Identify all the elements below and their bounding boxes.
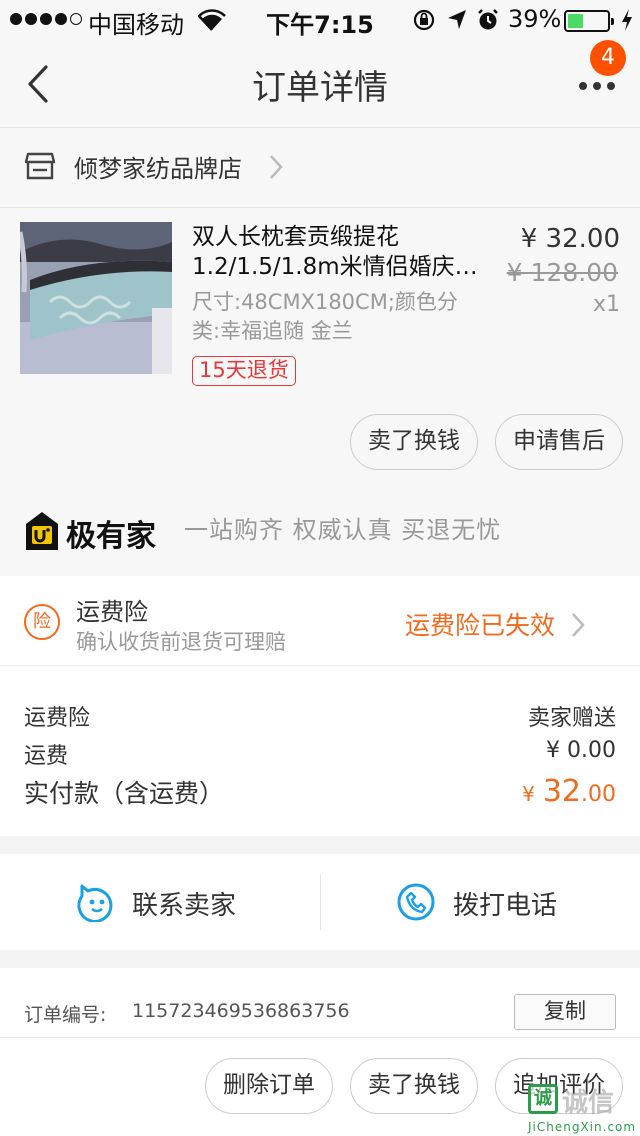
chevron-right-icon — [572, 613, 585, 637]
product-spec: 尺寸:48CMX180CM;颜色分 类:幸福追随 金兰 — [192, 290, 458, 343]
smile-chat-icon[interactable] — [76, 882, 116, 922]
insurance-icon: 险 — [24, 604, 60, 640]
watermark-logo-icon: 诚 — [528, 1084, 558, 1114]
order-info: 订单编号: 115723469536863756 复制 — [0, 968, 640, 1038]
chevron-right-icon — [270, 155, 283, 179]
order-number: 115723469536863756 — [132, 1000, 350, 1022]
total-paid-amount: ¥ 32.00 — [522, 774, 616, 809]
divider — [320, 874, 321, 930]
product-price: ¥ 32.00 — [520, 224, 620, 254]
rotation-lock-icon — [413, 9, 435, 31]
location-arrow-icon — [448, 10, 466, 29]
notification-badge: 4 — [590, 40, 626, 76]
battery-icon — [564, 10, 614, 32]
product-image[interactable] — [20, 222, 172, 374]
phone-icon[interactable] — [396, 882, 436, 922]
delete-order-button[interactable]: 删除订单 — [205, 1058, 333, 1114]
insurance-status: 运费险已失效 — [405, 611, 556, 640]
sell-button[interactable]: 卖了换钱 — [350, 1058, 478, 1114]
order-number-label: 订单编号: — [24, 1004, 107, 1026]
contact-bar: 联系卖家 拨打电话 — [0, 854, 640, 950]
store-row[interactable]: 倾梦家纺品牌店 — [0, 128, 640, 208]
total-paid-row: 实付款（含运费） ¥ 32.00 — [24, 774, 616, 809]
charging-bolt-icon — [622, 9, 632, 31]
shipping-insurance-row[interactable]: 险 运费险 确认收货前退货可理赔 运费险已失效 — [0, 576, 640, 666]
more-dots-icon[interactable] — [578, 80, 616, 92]
call-phone-button[interactable]: 拨打电话 — [453, 885, 557, 922]
battery-percent: 39% — [508, 5, 562, 33]
shipping-fee-row: 运费 ¥ 0.00 — [24, 738, 616, 769]
payment-summary: 运费险 卖家赠送 运费 ¥ 0.00 实付款（含运费） ¥ 32.00 — [0, 666, 640, 836]
brand-slogan: 一站购齐 权威认真 买退无忧 — [184, 516, 502, 544]
alarm-clock-icon — [478, 9, 498, 30]
insurance-summary-row: 运费险 卖家赠送 — [24, 706, 616, 731]
status-bar: 中国移动 下午7:15 39% — [0, 0, 640, 40]
watermark: 诚 诚信 JiChengXin.com — [522, 1084, 640, 1136]
return-policy-tag: 15天退货 — [192, 356, 296, 386]
original-price: ¥ 128.00 — [506, 258, 618, 287]
brand-strip: 极有家 一站购齐 权威认真 买退无忧 — [0, 498, 640, 576]
contact-seller-button[interactable]: 联系卖家 — [132, 885, 236, 922]
product-card: 双人长枕套贡缎提花 1.2/1.5/1.8m米情侣婚庆… ¥ 32.00 ¥ 1… — [0, 208, 640, 498]
insurance-subtitle: 确认收货前退货可理赔 — [76, 630, 286, 654]
sell-button[interactable]: 卖了换钱 — [350, 414, 478, 470]
after-sale-button[interactable]: 申请售后 — [495, 414, 623, 470]
brand-logo-icon — [26, 512, 58, 550]
copy-button[interactable]: 复制 — [514, 994, 616, 1030]
page-title: 订单详情 — [252, 68, 388, 108]
product-quantity: x1 — [592, 292, 620, 317]
nav-bar: 订单详情 4 — [0, 40, 640, 128]
watermark-url: JiChengXin.com — [528, 1120, 637, 1134]
watermark-text: 诚信 — [562, 1088, 615, 1118]
brand-name: 极有家 — [66, 519, 156, 554]
store-name: 倾梦家纺品牌店 — [74, 155, 242, 183]
product-name[interactable]: 双人长枕套贡缎提花 1.2/1.5/1.8m米情侣婚庆… — [192, 222, 482, 282]
insurance-title: 运费险 — [76, 598, 148, 626]
store-icon — [24, 152, 56, 180]
